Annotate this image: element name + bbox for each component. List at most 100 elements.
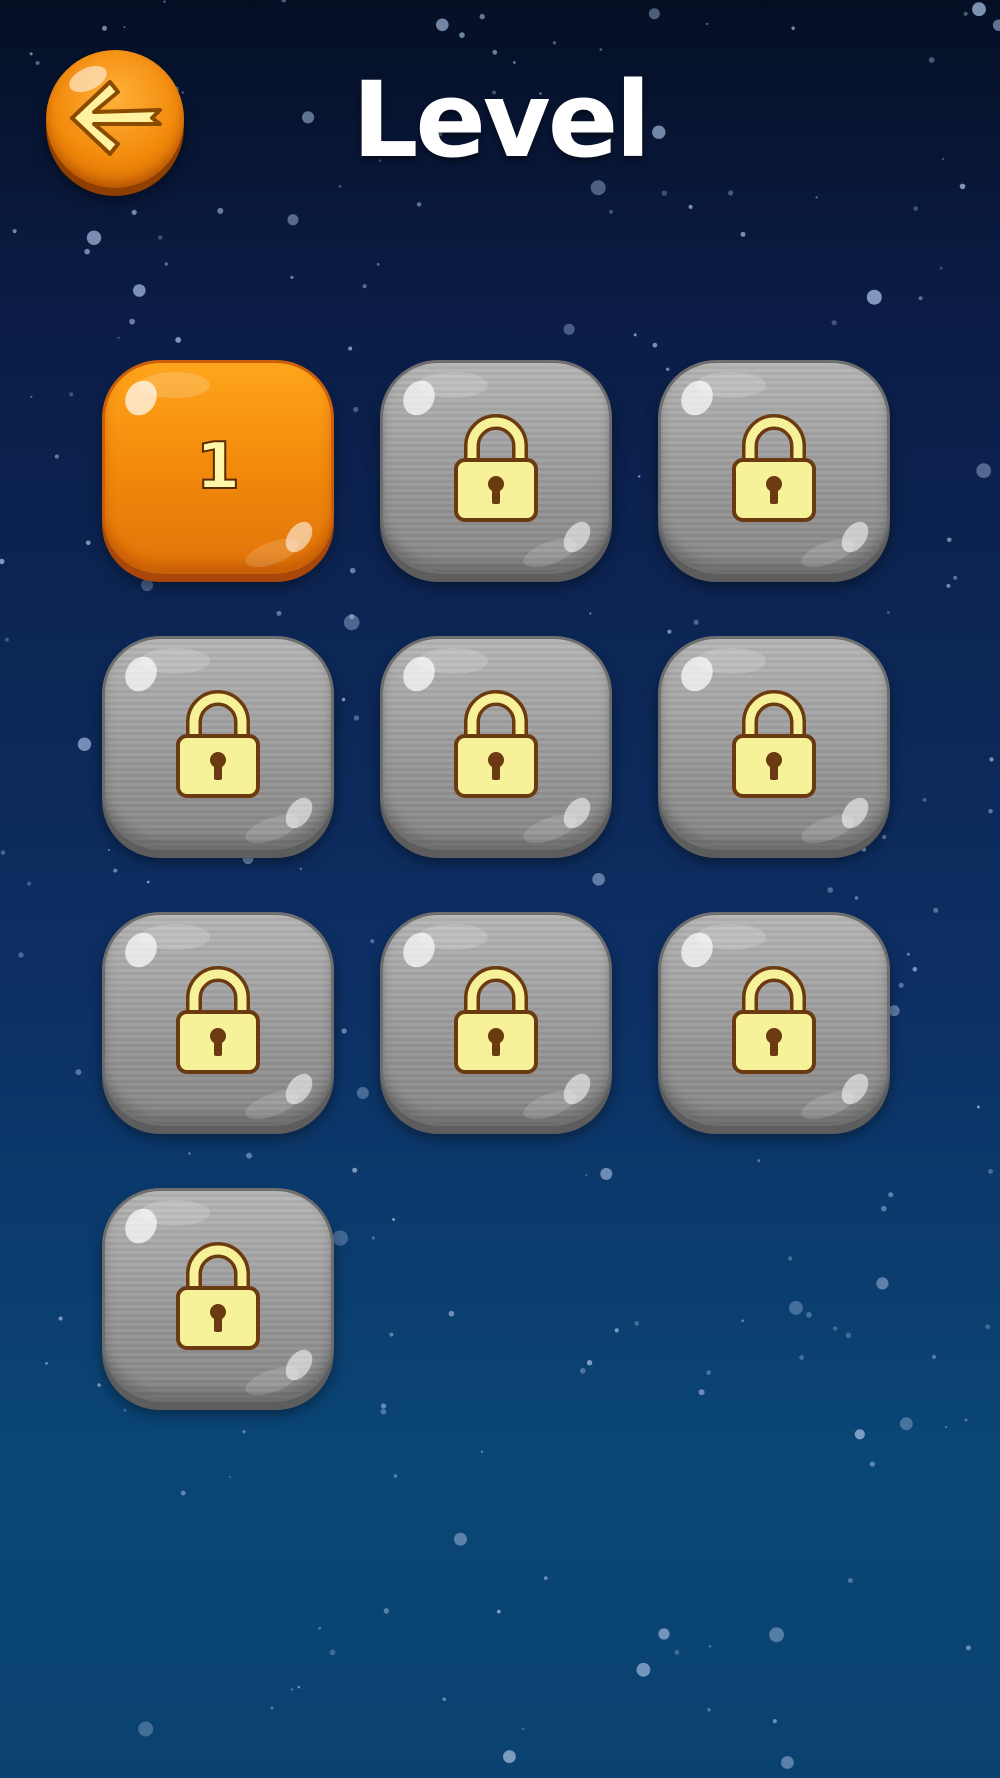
star [371, 1236, 375, 1240]
lock-icon [454, 966, 538, 1074]
star [944, 1425, 948, 1429]
star [0, 558, 5, 565]
star [881, 834, 887, 840]
lock-icon [454, 690, 538, 798]
star [163, 0, 166, 3]
star [131, 209, 137, 215]
star [392, 1218, 396, 1221]
level-button-locked[interactable] [658, 912, 890, 1134]
star [708, 1645, 712, 1648]
star [356, 1087, 369, 1099]
star [521, 1727, 525, 1731]
star [922, 798, 927, 802]
star [869, 1461, 876, 1467]
star [740, 231, 746, 237]
star [600, 1167, 613, 1180]
star [833, 1326, 838, 1331]
star [341, 697, 346, 702]
star [30, 395, 33, 398]
star [217, 207, 224, 214]
star [54, 454, 59, 459]
star [791, 26, 795, 31]
star [29, 52, 33, 56]
star [138, 1721, 154, 1737]
level-button-locked[interactable] [380, 912, 612, 1134]
star [86, 230, 102, 245]
star [648, 8, 660, 20]
lock-icon [732, 690, 816, 798]
star [988, 1169, 993, 1174]
star [242, 1430, 246, 1434]
level-button-locked[interactable] [102, 1188, 334, 1410]
page-title: Level [352, 59, 651, 181]
star [113, 868, 118, 873]
star [806, 1311, 812, 1318]
star [86, 540, 91, 546]
star [757, 1159, 761, 1163]
star [963, 11, 968, 16]
star [146, 880, 150, 884]
star [117, 336, 120, 339]
level-button-locked[interactable] [102, 912, 334, 1134]
star [589, 612, 592, 615]
star [693, 619, 699, 625]
star [854, 896, 859, 900]
star [543, 1576, 548, 1580]
star [12, 229, 17, 234]
star [947, 537, 952, 543]
level-button-locked[interactable] [658, 636, 890, 858]
star [338, 184, 342, 188]
star [674, 1649, 680, 1655]
lock-icon [176, 966, 260, 1074]
level-button-locked[interactable] [380, 636, 612, 858]
star [318, 1626, 322, 1630]
lock-icon [732, 966, 816, 1074]
star [281, 0, 287, 3]
star [847, 1578, 853, 1583]
star [854, 1429, 865, 1440]
star [633, 333, 637, 337]
star [898, 982, 904, 988]
star [580, 1368, 586, 1374]
star [928, 57, 935, 63]
star [492, 49, 498, 55]
star [416, 202, 422, 207]
level-button-locked[interactable] [102, 636, 334, 858]
star [84, 248, 90, 255]
star [707, 1708, 711, 1712]
star [706, 1370, 711, 1375]
star [918, 296, 923, 301]
star [933, 907, 939, 913]
star [228, 1475, 231, 1478]
star [985, 1324, 990, 1330]
star [299, 867, 302, 870]
star [772, 1719, 777, 1724]
star [133, 284, 146, 297]
star [989, 757, 994, 762]
level-button-1[interactable]: 1 [102, 360, 334, 582]
star [459, 32, 465, 38]
star [992, 19, 1000, 31]
star [667, 629, 672, 634]
star [297, 1685, 301, 1689]
star [959, 183, 966, 190]
level-button-locked[interactable] [658, 360, 890, 582]
star [888, 1005, 900, 1017]
level-number: 1 [195, 429, 242, 505]
back-button[interactable] [46, 50, 184, 188]
star [845, 1332, 852, 1339]
star [348, 346, 353, 351]
level-button-locked[interactable] [380, 360, 612, 582]
star [609, 209, 613, 214]
star [827, 887, 833, 893]
lock-icon [176, 1242, 260, 1350]
star [941, 157, 945, 161]
star [585, 1173, 588, 1177]
star [353, 715, 360, 721]
star [380, 1403, 387, 1409]
star [866, 289, 882, 305]
star [26, 881, 32, 886]
star [799, 1355, 804, 1360]
lock-icon [732, 414, 816, 522]
star [376, 262, 380, 266]
